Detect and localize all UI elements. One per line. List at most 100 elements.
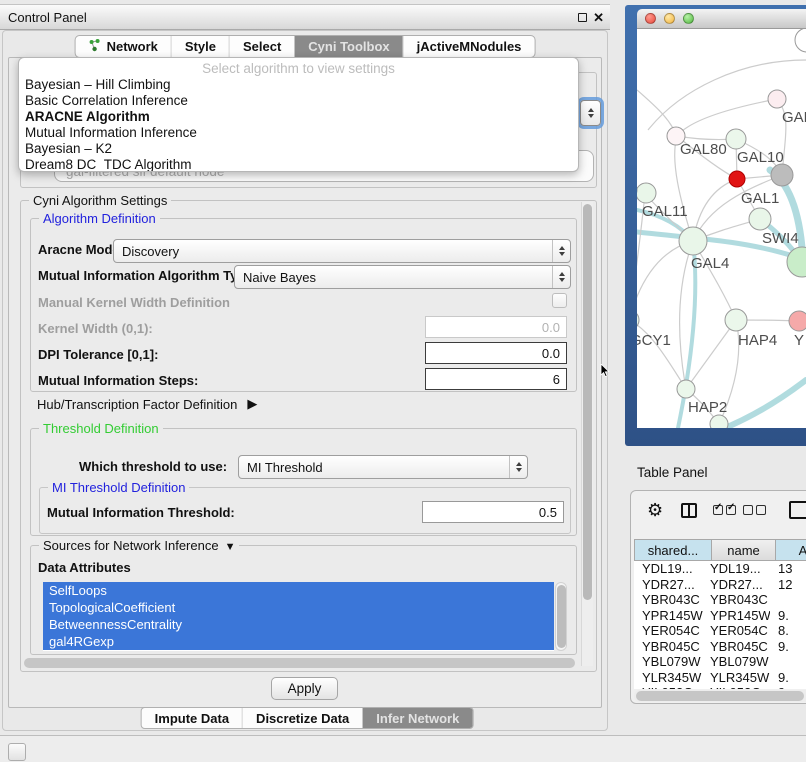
dpi-tolerance-field[interactable]: 0.0	[425, 342, 567, 364]
algorithm-dropdown-popup: Select algorithm to view settings Bayesi…	[18, 57, 579, 172]
node-label: GAL	[782, 109, 806, 126]
deselect-all-icon[interactable]	[743, 505, 766, 515]
sources-toggle[interactable]: Sources for Network Inference▼	[39, 538, 239, 553]
manual-kernel-checkbox[interactable]	[552, 293, 567, 308]
settings-horizontal-scrollbar[interactable]	[24, 657, 577, 669]
mi-steps-field[interactable]: 6	[425, 368, 567, 390]
node-label: GAL10	[737, 149, 784, 166]
algorithm-dropdown-placeholder: Select algorithm to view settings	[19, 60, 578, 77]
table-panel: ⚙ shared... name A YDL19... YDL19... 13 …	[630, 490, 806, 704]
algorithm-option-selected[interactable]: ARACNE Algorithm	[19, 109, 578, 125]
table-row[interactable]: YPR145W YPR145W 9.	[634, 608, 806, 624]
threshold-definition-title: Threshold Definition	[39, 421, 163, 436]
which-threshold-combo[interactable]: MI Threshold	[238, 455, 528, 479]
float-window-icon[interactable]	[578, 13, 587, 22]
column-header-partial[interactable]: A	[776, 539, 806, 561]
table-row[interactable]: YDL19... YDL19... 13	[634, 561, 806, 577]
algorithm-option[interactable]: Bayesian – K2	[19, 141, 578, 157]
close-traffic-light[interactable]	[645, 13, 656, 24]
network-canvas[interactable]: GAL80 GAL10 GAL1 GAL11 GAL4 SWI4 HAP4 HA…	[637, 29, 806, 428]
network-node-gal4[interactable]	[679, 227, 707, 255]
table-body: YDL19... YDL19... 13 YDR27... YDR27... 1…	[634, 561, 806, 689]
network-node-green[interactable]	[787, 247, 806, 277]
tab-select[interactable]: Select	[229, 36, 294, 57]
list-item[interactable]: BetweennessCentrality	[43, 616, 554, 633]
algorithm-option[interactable]: Bayesian – Hill Climbing	[19, 77, 578, 93]
apply-button[interactable]: Apply	[271, 677, 338, 700]
table-row[interactable]: YBR045C YBR045C 9.	[634, 639, 806, 655]
table-panel-title: Table Panel	[637, 465, 708, 480]
tab-network[interactable]: Network	[76, 36, 171, 57]
select-all-icon[interactable]	[713, 505, 736, 515]
network-node[interactable]	[768, 90, 786, 108]
function-builder-icon[interactable]	[789, 501, 806, 519]
gear-icon[interactable]: ⚙	[647, 500, 663, 521]
table-horizontal-scrollbar[interactable]	[634, 690, 806, 702]
network-node-selected-red[interactable]	[729, 171, 745, 187]
list-item[interactable]: TopologicalCoefficient	[43, 599, 554, 616]
network-node-gcy1[interactable]	[637, 310, 639, 330]
algorithm-combo-stepper[interactable]	[580, 100, 601, 126]
list-item[interactable]: SelfLoops	[43, 582, 554, 599]
node-label: GAL1	[741, 190, 779, 207]
mi-steps-label: Mutual Information Steps:	[38, 373, 198, 388]
table-row[interactable]: YBL079W YBL079W	[634, 654, 806, 670]
mi-algorithm-type-combo[interactable]: Naive Bayes	[234, 265, 571, 289]
panel-toggle-button[interactable]	[8, 743, 26, 761]
algorithm-option[interactable]: Basic Correlation Inference	[19, 93, 578, 109]
settings-scrollbar-thumb[interactable]	[583, 204, 592, 600]
close-icon[interactable]: ✕	[593, 10, 604, 26]
mi-algorithm-type-value: Naive Bayes	[235, 270, 552, 285]
tab-infer-network[interactable]: Infer Network	[362, 708, 472, 728]
tab-impute-data[interactable]: Impute Data	[142, 708, 242, 728]
mi-threshold-field[interactable]: 0.5	[422, 501, 564, 523]
tab-style[interactable]: Style	[171, 36, 229, 57]
tab-cyni-toolbox[interactable]: Cyni Toolbox	[294, 36, 402, 57]
aracne-mode-combo[interactable]: Discovery	[113, 239, 571, 263]
screen: Control Panel ✕ Network Style Select C	[0, 0, 806, 762]
attributes-vertical-scrollbar[interactable]	[555, 582, 567, 651]
minimize-traffic-light[interactable]	[664, 13, 675, 24]
network-node-gal11[interactable]	[637, 183, 656, 203]
settings-hscrollbar-thumb[interactable]	[24, 658, 575, 668]
table-row[interactable]: YER054C YER054C 8.	[634, 623, 806, 639]
kernel-width-label: Kernel Width (0,1):	[38, 321, 153, 336]
table-hscrollbar-thumb[interactable]	[636, 691, 804, 701]
table-row[interactable]: YDR27... YDR27... 12	[634, 577, 806, 593]
network-node-gray[interactable]	[771, 164, 793, 186]
network-node-pink[interactable]	[789, 311, 806, 331]
node-label: Y	[794, 332, 804, 349]
column-selector-icon[interactable]	[681, 503, 697, 518]
aracne-mode-value: Discovery	[114, 244, 552, 259]
expanded-arrow-icon: ▼	[225, 541, 236, 553]
aracne-mode-label: Aracne Mode:	[38, 242, 124, 257]
kernel-width-field[interactable]: 0.0	[425, 316, 567, 338]
algorithm-option[interactable]: Dream8 DC_TDC Algorithm	[19, 157, 578, 172]
stepper-down-icon	[588, 114, 594, 118]
network-window-titlebar	[637, 9, 806, 29]
column-header-shared-name[interactable]: shared...	[634, 539, 712, 561]
control-panel-title: Control Panel	[8, 10, 87, 25]
zoom-traffic-light[interactable]	[683, 13, 694, 24]
list-item[interactable]: gal4RGexp	[43, 633, 554, 650]
node-label: HAP4	[738, 332, 777, 349]
network-node-swi4[interactable]	[749, 208, 771, 230]
network-graph	[637, 29, 806, 428]
node-label: GAL11	[642, 203, 688, 220]
attributes-scrollbar-thumb[interactable]	[557, 585, 566, 648]
network-node[interactable]	[795, 29, 806, 52]
tab-discretize-data[interactable]: Discretize Data	[242, 708, 362, 728]
column-header-name[interactable]: name	[712, 539, 776, 561]
tab-jactivemnodules[interactable]: jActiveMNodules	[403, 36, 535, 57]
algorithm-option[interactable]: Mutual Information Inference	[19, 125, 578, 141]
table-row[interactable]: YIL052C YIL052C 9.	[634, 685, 806, 689]
table-row[interactable]: YBR043C YBR043C	[634, 592, 806, 608]
network-node-hap4[interactable]	[725, 309, 747, 331]
network-node[interactable]	[710, 415, 728, 428]
network-node-gal10[interactable]	[726, 129, 746, 149]
hub-transcription-toggle[interactable]: Hub/Transcription Factor Definition ▶	[37, 396, 257, 412]
table-row[interactable]: YLR345W YLR345W 9.	[634, 670, 806, 686]
network-node-hap2[interactable]	[677, 380, 695, 398]
data-attributes-list: SelfLoops TopologicalCoefficient Between…	[43, 582, 554, 651]
settings-vertical-scrollbar[interactable]	[581, 202, 593, 666]
